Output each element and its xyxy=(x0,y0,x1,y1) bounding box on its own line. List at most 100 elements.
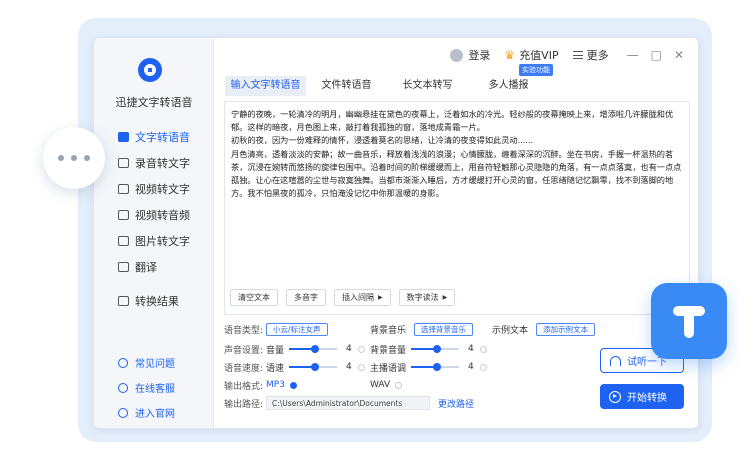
minimize-icon[interactable]: — xyxy=(627,48,639,62)
tab-file-to-speech[interactable]: 文件转语音 xyxy=(306,76,387,96)
globe-icon xyxy=(118,407,128,418)
rate-slider[interactable] xyxy=(289,363,338,371)
text-editor[interactable]: 宁静的夜晚，一轮清冷的明月，幽幽悬挂在黛色的夜幕上，泛着如水的冷光。轻纱般的夜幕… xyxy=(224,101,690,315)
headset-icon xyxy=(118,382,128,393)
start-convert-button[interactable]: 开始转换 xyxy=(600,384,684,409)
faq-link[interactable]: 常见问题 xyxy=(94,350,214,375)
volume-handle[interactable] xyxy=(311,345,320,353)
caret-right-icon: ▶ xyxy=(442,294,448,301)
volume-label: 音量 xyxy=(266,345,285,356)
pitch-handle[interactable] xyxy=(433,363,442,371)
pitch-slider[interactable] xyxy=(411,363,460,371)
polyphone-button[interactable]: 多音字 xyxy=(286,289,326,306)
website-link[interactable]: 进入官网 xyxy=(94,400,214,425)
bg-volume-slider[interactable] xyxy=(411,345,460,353)
login-button[interactable]: 登录 xyxy=(450,47,490,63)
bg-music-select[interactable]: 选择背景音乐 xyxy=(414,322,474,336)
video-audio-icon xyxy=(118,210,129,220)
volume-slider[interactable] xyxy=(289,345,338,353)
sound-label: 声音设置: xyxy=(224,345,264,356)
audio-file-icon xyxy=(118,158,129,168)
rate-label: 语速 xyxy=(266,363,285,374)
format-wav-label[interactable]: WAV xyxy=(370,380,390,390)
insert-pause-button[interactable]: 插入间隔 ▶ xyxy=(334,289,391,306)
format-wav-radio[interactable] xyxy=(395,381,403,389)
start-convert-label: 开始转换 xyxy=(627,393,667,404)
document-icon xyxy=(118,296,129,306)
clear-text-button[interactable]: 清空文本 xyxy=(230,289,278,306)
digit-reading-label: 数字读法 xyxy=(406,293,439,302)
sample-text-label: 示例文本 xyxy=(492,325,529,336)
headphones-icon xyxy=(610,355,621,366)
maximize-icon[interactable]: □ xyxy=(651,48,662,62)
rate-reset-icon[interactable] xyxy=(357,363,365,371)
vip-button[interactable]: ♛ 充值VIP xyxy=(504,47,558,63)
sidebar-item-results[interactable]: 转换结果 xyxy=(94,288,214,314)
support-link[interactable]: 在线客服 xyxy=(94,375,214,400)
path-label: 输出路径: xyxy=(224,399,264,410)
bg-volume-reset-icon[interactable] xyxy=(479,345,487,353)
text-t-stem xyxy=(684,306,694,338)
rate-handle[interactable] xyxy=(311,363,320,371)
voice-type-label: 语音类型: xyxy=(224,325,264,336)
volume-value: 4 xyxy=(346,344,352,354)
sidebar-item-label: 文字转语音 xyxy=(135,131,190,144)
sidebar-item-image-to-text[interactable]: 图片转文字 xyxy=(94,228,214,254)
sidebar-item-video-to-text[interactable]: 视频转文字 xyxy=(94,176,214,202)
top-bar: 登录 ♛ 充值VIP 更多 — □ ✕ xyxy=(214,38,698,72)
sidebar-item-label: 翻译 xyxy=(135,261,157,274)
sample-text-select[interactable]: 添加示例文本 xyxy=(536,322,596,336)
voice-type-select[interactable]: 小云/标注女声 xyxy=(266,322,328,336)
video-file-icon xyxy=(118,184,129,194)
sidebar-item-text-to-speech[interactable]: 文字转语音 xyxy=(94,124,214,150)
login-label: 登录 xyxy=(468,49,491,62)
output-path-field[interactable]: C:\Users\Administrator\Documents xyxy=(266,396,430,410)
bg-music-row: 背景音乐 选择背景音乐 xyxy=(370,322,474,336)
polyphone-label: 多音字 xyxy=(294,293,318,302)
sidebar-item-label: 图片转文字 xyxy=(135,235,190,248)
speed-row: 语音速度: 语速 4 xyxy=(224,360,365,374)
pitch-value: 4 xyxy=(468,362,474,372)
bg-music-label: 背景音乐 xyxy=(370,325,407,336)
bg-volume-label: 背景音量 xyxy=(370,345,407,356)
change-path-link[interactable]: 更改路径 xyxy=(438,397,474,410)
sidebar-item-label: 转换结果 xyxy=(135,295,179,308)
more-menu-button[interactable]: 更多 xyxy=(572,47,609,63)
tab-long-text[interactable]: 长文本转写 xyxy=(387,76,468,96)
format-mp3-radio[interactable] xyxy=(289,381,297,389)
editor-paragraph: 月色清亮，透着淡淡的安静；故一曲音乐，释放着浅浅的浪漫；心情朦胧，缠着深深的沉醉… xyxy=(231,148,682,199)
image-file-icon xyxy=(118,236,129,246)
stage: 迅捷文字转语音 文字转语音 录音转文字 视频转文字 视频转音频 图片转文字 翻译… xyxy=(0,0,756,466)
digit-reading-button[interactable]: 数字读法 ▶ xyxy=(398,289,456,306)
close-icon[interactable]: ✕ xyxy=(674,48,684,62)
ellipsis-dot xyxy=(71,155,77,161)
ellipsis-dot xyxy=(58,155,64,161)
pitch-label: 主播语调 xyxy=(370,363,407,374)
sidebar-item-video-to-audio[interactable]: 视频转音频 xyxy=(94,202,214,228)
rate-value: 4 xyxy=(346,362,352,372)
pitch-reset-icon[interactable] xyxy=(479,363,487,371)
path-row: 输出路径: C:\Users\Administrator\Documents 更… xyxy=(224,396,474,410)
insert-pause-label: 插入间隔 xyxy=(342,293,374,302)
app-title: 迅捷文字转语音 xyxy=(115,96,193,109)
voice-type-row: 语音类型: 小云/标注女声 xyxy=(224,322,328,336)
text-speech-icon xyxy=(118,132,129,142)
bg-volume-handle[interactable] xyxy=(433,345,442,353)
tab-multi-speaker[interactable]: 多人播报 实验功能 xyxy=(468,64,553,96)
tab-input-text[interactable]: 输入文字转语音 xyxy=(225,76,306,96)
sidebar-item-translate[interactable]: 翻译 xyxy=(94,254,214,280)
format-wav-row: WAV xyxy=(370,378,403,392)
sidebar: 迅捷文字转语音 文字转语音 录音转文字 视频转文字 视频转音频 图片转文字 翻译… xyxy=(94,38,214,428)
window-controls: — □ ✕ xyxy=(627,48,684,62)
volume-reset-icon[interactable] xyxy=(357,345,365,353)
clear-text-label: 清空文本 xyxy=(238,293,270,302)
editor-toolbar: 清空文本 多音字 插入间隔 ▶ 数字读法 ▶ xyxy=(230,289,456,306)
sidebar-item-audio-to-text[interactable]: 录音转文字 xyxy=(94,150,214,176)
caret-right-icon: ▶ xyxy=(378,294,383,301)
avatar-icon xyxy=(450,48,464,62)
chat-bubble-decoration xyxy=(43,127,105,189)
menu-icon xyxy=(572,51,583,59)
editor-paragraph: 初秋的夜，因为一份难释的情怀，浸透着莫名的思绪，让冷清的夜变得如此灵动.....… xyxy=(231,135,534,146)
sample-text-row: 示例文本 添加示例文本 xyxy=(492,322,596,336)
format-mp3-label[interactable]: MP3 xyxy=(266,380,285,390)
